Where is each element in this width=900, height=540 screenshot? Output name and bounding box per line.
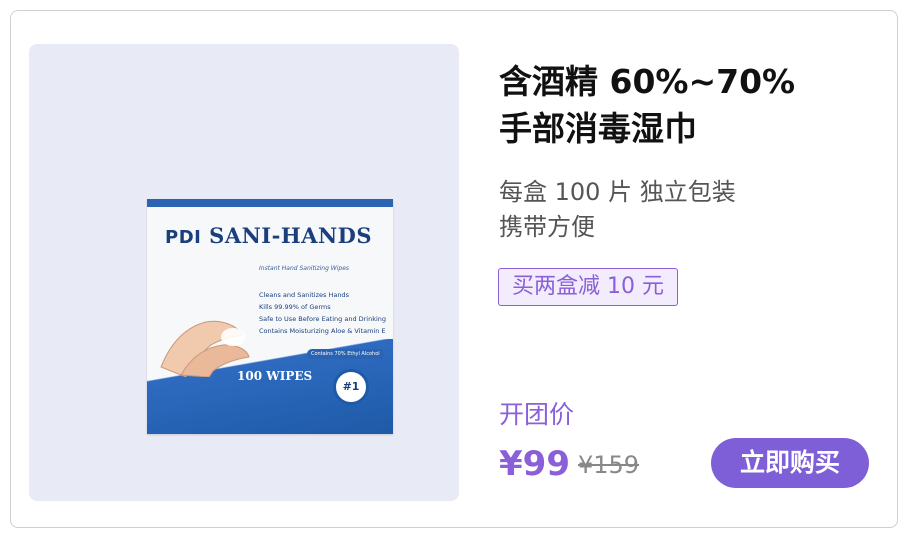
box-bullet: Contains Moisturizing Aloe & Vitamin E xyxy=(259,327,386,335)
box-bullet: Safe to Use Before Eating and Drinking xyxy=(259,315,387,323)
buy-now-button[interactable]: 立即购买 xyxy=(711,438,869,488)
box-seal: #1 xyxy=(333,369,369,405)
group-price-label: 开团价 xyxy=(499,400,575,429)
original-price: ¥159 xyxy=(578,451,640,479)
product-image: PDI SANI-HANDS Instant Hand Sanitizing W… xyxy=(147,199,393,434)
box-subtitle: Instant Hand Sanitizing Wipes xyxy=(259,265,350,272)
product-title: 含酒精 60%~70% 手部消毒湿巾 xyxy=(499,58,859,152)
description-line: 携带方便 xyxy=(499,213,595,241)
description-line: 每盒 100 片 独立包装 xyxy=(499,178,736,206)
group-price: ¥99 xyxy=(499,444,570,484)
product-image-panel: PDI SANI-HANDS Instant Hand Sanitizing W… xyxy=(29,44,459,501)
box-alcohol-note: Contains 70% Ethyl Alcohol xyxy=(307,349,384,359)
promo-badge: 买两盒减 10 元 xyxy=(498,268,678,306)
product-description: 每盒 100 片 独立包装 携带方便 xyxy=(499,175,859,245)
box-bullets: Cleans and Sanitizes Hands Kills 99.99% … xyxy=(259,289,386,337)
box-brand-name: SANI-HANDS xyxy=(209,223,373,248)
box-top-band xyxy=(147,199,393,207)
title-line: 含酒精 60%~70% xyxy=(499,62,796,101)
hands-illustration xyxy=(160,320,250,377)
box-brand-mark: PDI xyxy=(165,227,202,248)
title-line: 手部消毒湿巾 xyxy=(499,109,697,148)
box-bullet: Cleans and Sanitizes Hands xyxy=(259,291,349,299)
box-brand: PDI SANI-HANDS xyxy=(165,223,372,248)
box-bullet: Kills 99.99% of Germs xyxy=(259,303,331,311)
